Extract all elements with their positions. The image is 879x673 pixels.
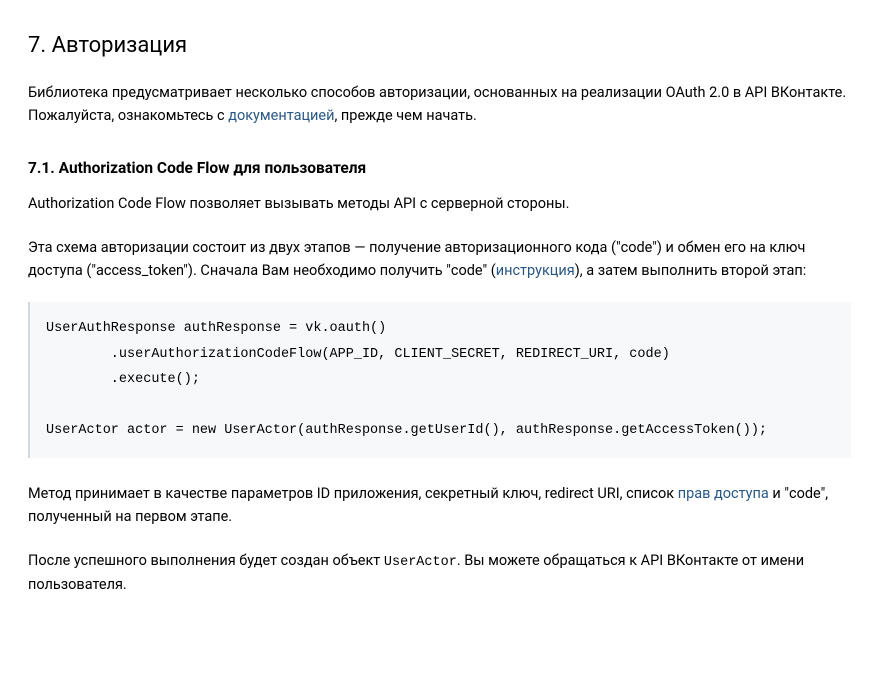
p4-text-before: После успешного выполнения будет создан …	[28, 552, 384, 569]
intro-text-after: , прежде чем начать.	[334, 107, 476, 124]
documentation-link[interactable]: документацией	[228, 107, 334, 124]
instruction-link[interactable]: инструкция	[496, 262, 575, 279]
section-number: 7.	[28, 33, 46, 58]
subsection-title: Authorization Code Flow для пользователя	[59, 159, 367, 177]
inline-code: UserActor	[384, 555, 457, 570]
access-rights-link[interactable]: прав доступа	[678, 485, 769, 502]
section-intro: Библиотека предусматривает несколько спо…	[28, 81, 851, 127]
subsection-p3: Метод принимает в качестве параметров ID…	[28, 482, 851, 528]
p3-text-before: Метод принимает в качестве параметров ID…	[28, 485, 678, 502]
p2-text-after: ), а затем выполнить второй этап:	[575, 262, 807, 279]
code-block: UserAuthResponse authResponse = vk.oauth…	[28, 302, 851, 458]
subsection-p1: Authorization Code Flow позволяет вызыва…	[28, 192, 851, 215]
subsection-number: 7.1.	[28, 159, 55, 177]
subsection-heading: 7.1. Authorization Code Flow для пользов…	[28, 156, 851, 181]
subsection-p4: После успешного выполнения будет создан …	[28, 549, 851, 597]
section-heading: 7. Авторизация	[28, 28, 851, 63]
section-title: Авторизация	[52, 33, 187, 58]
subsection-p2: Эта схема авторизации состоит из двух эт…	[28, 236, 851, 282]
